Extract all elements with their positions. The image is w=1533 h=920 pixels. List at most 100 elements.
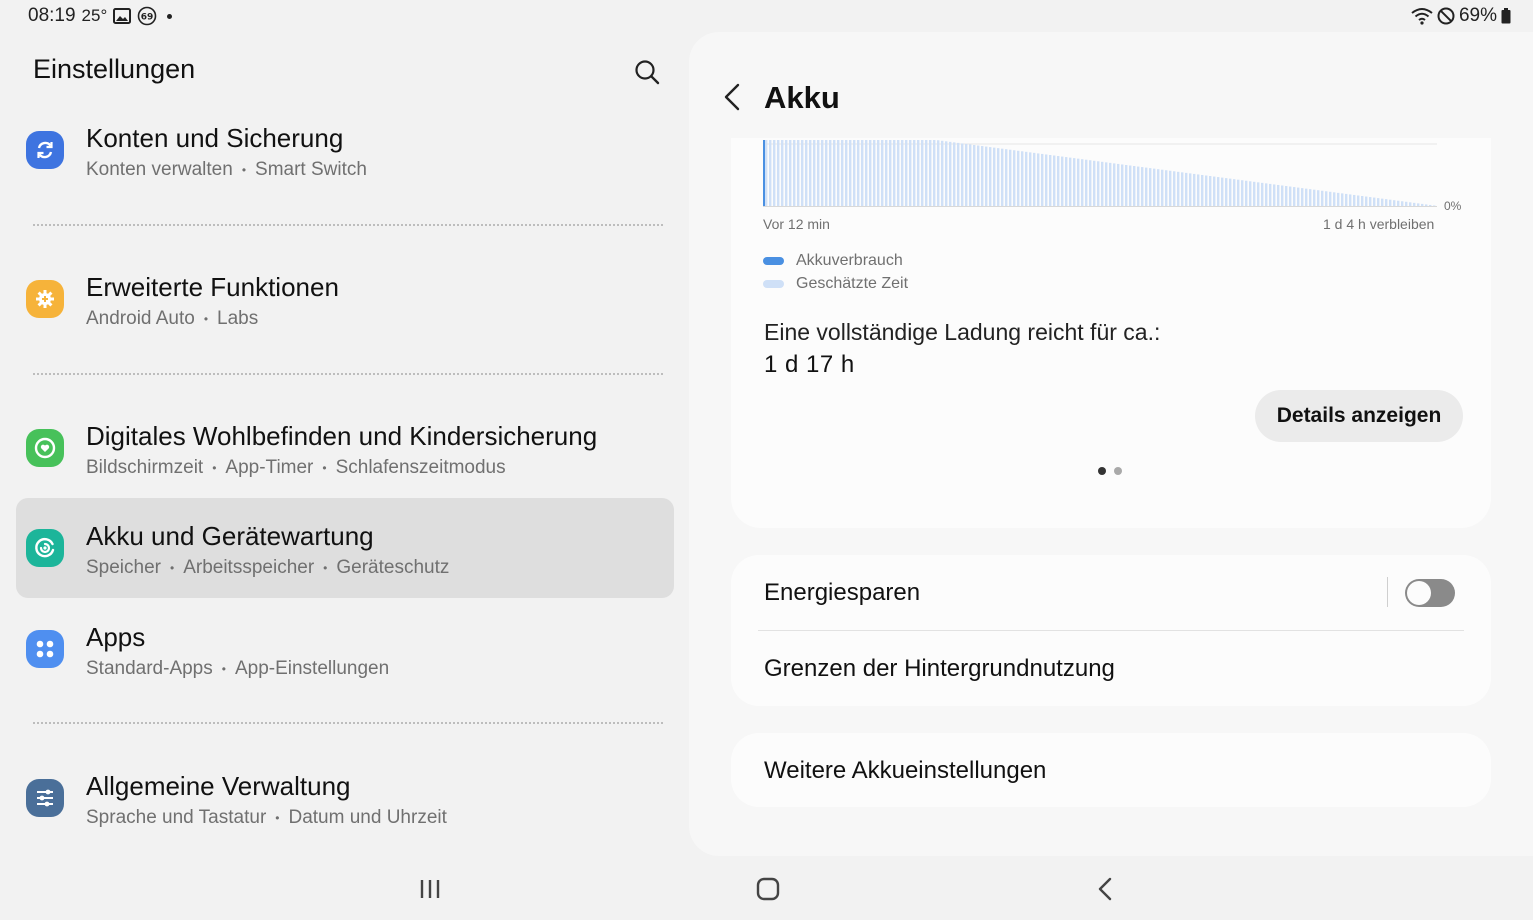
estimated-bar xyxy=(913,140,916,206)
estimated-bar xyxy=(1069,157,1072,206)
estimated-bar xyxy=(1257,182,1260,206)
subtitle-part: Bildschirmzeit xyxy=(86,457,204,478)
estimated-bar xyxy=(1213,176,1216,206)
battery-percent: 69% xyxy=(1458,5,1497,26)
estimated-bar xyxy=(1233,179,1236,206)
legend-item-estimated: Geschätzte Zeit xyxy=(763,275,908,293)
subtitle-separator: • xyxy=(322,460,327,475)
estimated-bar xyxy=(877,140,880,206)
estimated-bar xyxy=(1205,175,1208,206)
estimated-bar xyxy=(961,143,964,206)
estimated-bar xyxy=(865,140,868,206)
estimated-bar xyxy=(1337,192,1340,206)
estimated-bar xyxy=(981,146,984,206)
subtitle-part: Standard-Apps xyxy=(86,658,213,679)
estimated-bar xyxy=(797,140,800,206)
power-saving-row[interactable]: Energiesparen xyxy=(764,579,920,607)
estimated-bar xyxy=(1041,153,1044,206)
estimated-bar xyxy=(817,140,820,206)
estimated-bar xyxy=(1061,156,1064,206)
estimated-bar xyxy=(1249,181,1252,206)
chevron-left-icon xyxy=(724,83,740,111)
estimated-bar xyxy=(849,140,852,206)
recents-button[interactable] xyxy=(410,872,450,906)
estimated-bar xyxy=(1137,166,1140,206)
estimated-bar xyxy=(993,147,996,206)
badge-69-icon: 69 xyxy=(137,6,157,26)
full-charge-value: 1 d 17 h xyxy=(764,351,855,378)
menu-item[interactable]: Konten und Sicherung Konten verwalten • Sma… xyxy=(16,100,674,200)
estimated-bar xyxy=(1289,186,1292,206)
page-indicator xyxy=(1098,467,1122,475)
menu-item[interactable]: Akku und Gerätewartung Speicher • Arbeitssp… xyxy=(16,498,674,598)
estimated-bar xyxy=(1033,152,1036,206)
subtitle-separator: • xyxy=(170,560,175,575)
menu-item-subtitle: Konten verwalten • Smart Switch xyxy=(86,159,367,181)
estimated-bar xyxy=(793,140,796,206)
estimated-bar xyxy=(953,142,956,206)
estimated-bar xyxy=(1065,157,1068,206)
estimated-bar xyxy=(997,148,1000,206)
estimated-bar xyxy=(1349,194,1352,206)
estimated-bar xyxy=(1165,170,1168,206)
estimated-bar xyxy=(1097,161,1100,206)
estimated-bar xyxy=(801,140,804,206)
subtitle-separator: • xyxy=(203,311,209,326)
sliders-icon xyxy=(26,779,64,817)
estimated-bar xyxy=(1345,193,1348,206)
subtitle-part: Speicher xyxy=(86,557,161,578)
power-saving-toggle[interactable] xyxy=(1405,579,1455,607)
home-button[interactable] xyxy=(748,872,788,906)
subtitle-part: Datum und Uhrzeit xyxy=(288,807,447,828)
toggle-divider xyxy=(1387,577,1388,607)
apps-grid-icon xyxy=(26,630,64,668)
estimated-bar xyxy=(1001,148,1004,206)
nav-back-button[interactable] xyxy=(1085,872,1125,906)
estimated-bar xyxy=(1021,151,1024,206)
estimated-bar xyxy=(1241,180,1244,206)
more-battery-settings-row[interactable]: Weitere Akkueinstellungen xyxy=(764,757,1046,785)
estimated-bar xyxy=(1377,198,1380,206)
estimated-bar xyxy=(829,140,832,206)
estimated-bar xyxy=(833,140,836,206)
menu-item[interactable]: Allgemeine Verwaltung Sprache und Tastatu… xyxy=(16,748,674,848)
estimated-bar xyxy=(785,140,788,206)
back-button[interactable] xyxy=(718,80,746,114)
section-divider xyxy=(33,722,663,724)
estimated-bar xyxy=(1185,172,1188,206)
estimated-bar xyxy=(1393,200,1396,206)
estimated-bar xyxy=(1401,201,1404,206)
temperature: 25° xyxy=(81,6,108,25)
subtitle-part: Labs xyxy=(217,308,259,329)
estimated-bar xyxy=(1229,178,1232,206)
estimated-bar xyxy=(989,147,992,206)
estimated-bar xyxy=(905,140,908,206)
section-divider xyxy=(33,224,663,226)
estimated-bar xyxy=(921,140,924,206)
estimated-bar xyxy=(1369,197,1372,206)
estimated-bar xyxy=(1421,203,1424,206)
background-limits-row[interactable]: Grenzen der Hintergrundnutzung xyxy=(764,655,1115,683)
menu-item[interactable]: Apps Standard-Apps • App-Einstellungen xyxy=(16,599,674,699)
menu-item[interactable]: Digitales Wohlbefinden und Kindersicheru… xyxy=(16,398,674,498)
estimated-bar xyxy=(1013,150,1016,206)
toggle-knob xyxy=(1407,581,1431,605)
estimated-bar xyxy=(1297,187,1300,206)
estimated-bar xyxy=(973,144,976,206)
estimated-bar xyxy=(1217,177,1220,206)
estimated-bar xyxy=(825,140,828,206)
estimated-bar xyxy=(1101,161,1104,206)
estimated-bar xyxy=(1025,151,1028,206)
subtitle-part: Android Auto xyxy=(86,308,195,329)
estimated-bar xyxy=(1329,191,1332,206)
back-icon xyxy=(1098,877,1112,901)
legend-label: Geschätzte Zeit xyxy=(796,275,909,292)
estimated-bar xyxy=(1277,184,1280,206)
estimated-bar xyxy=(1253,181,1256,206)
details-button[interactable]: Details anzeigen xyxy=(1255,390,1463,442)
search-button[interactable] xyxy=(630,55,664,89)
menu-item[interactable]: Erweiterte Funktionen Android Auto • Labs xyxy=(16,249,674,349)
subtitle-separator: • xyxy=(241,162,247,177)
estimated-bar xyxy=(941,140,944,206)
estimated-bar xyxy=(841,140,844,206)
